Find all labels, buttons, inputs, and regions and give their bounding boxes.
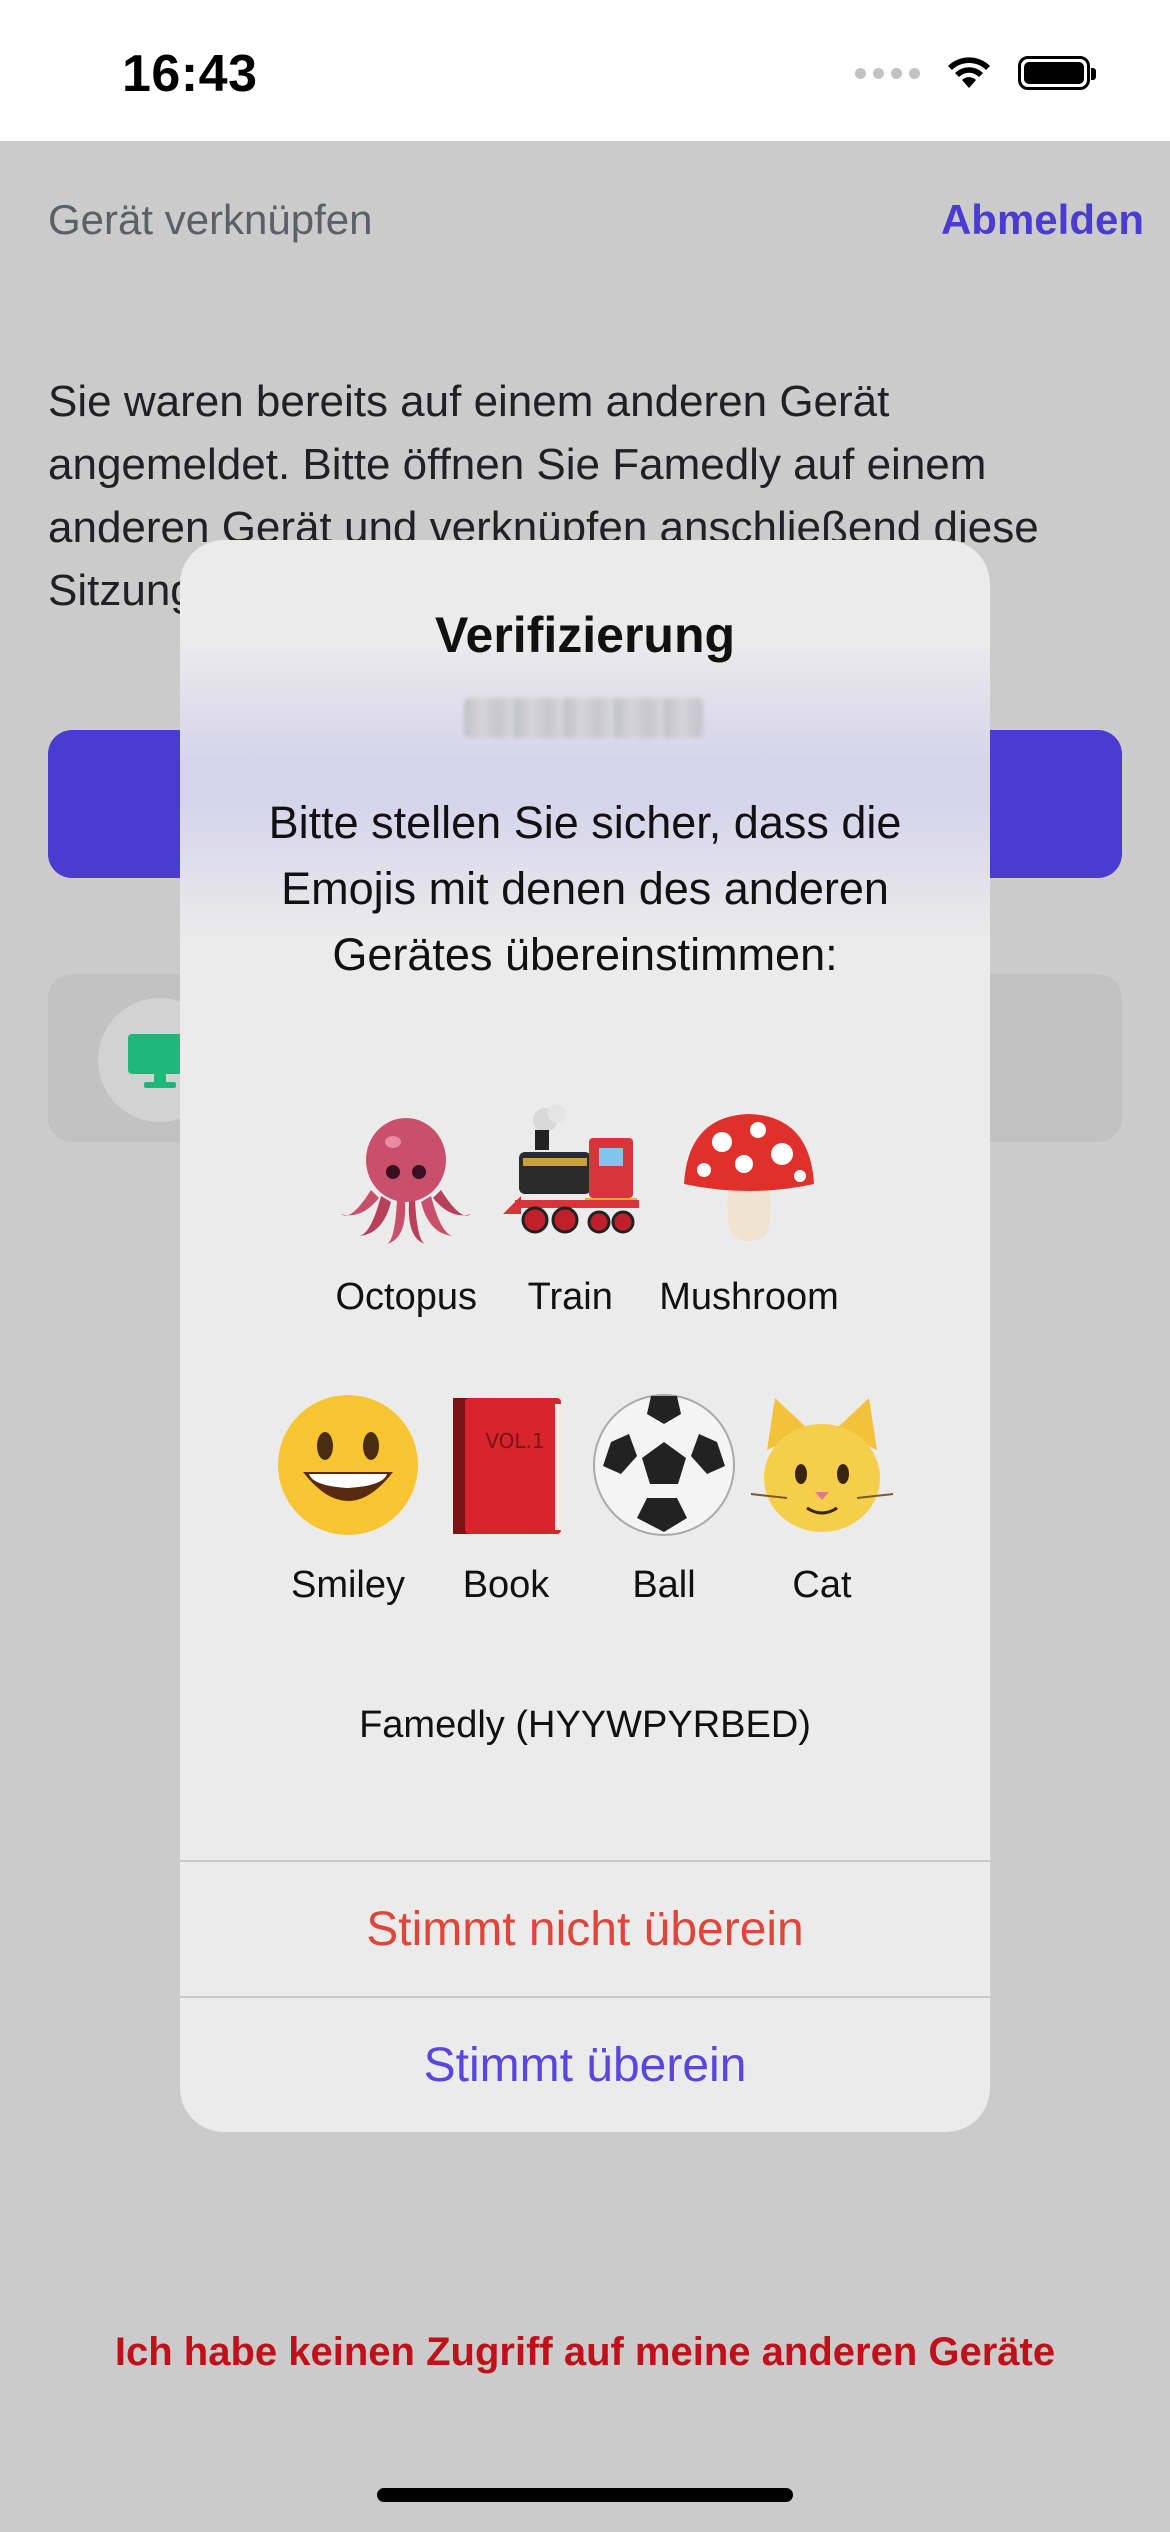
emoji-label: Smiley <box>290 1564 406 1606</box>
dialog-title: Verifizierung <box>434 607 736 663</box>
emoji-item: VOL.1 Book <box>431 1390 581 1607</box>
train-icon <box>495 1102 645 1252</box>
emoji-label: Octopus <box>335 1276 478 1318</box>
page-title: Gerät verknüpfen <box>48 196 373 243</box>
emoji-label: Cat <box>792 1564 852 1606</box>
no-access-link[interactable]: Ich habe keinen Zugriff auf meine andere… <box>0 2330 1170 2375</box>
battery-icon <box>1018 56 1096 90</box>
status-icons <box>855 56 1096 90</box>
reject-button[interactable]: Stimmt nicht überein <box>180 1862 990 1996</box>
smiley-icon <box>273 1390 423 1540</box>
logout-button[interactable]: Abmelden <box>941 196 1144 244</box>
octopus-icon <box>331 1102 481 1252</box>
emoji-item: Mushroom <box>659 1102 839 1319</box>
emoji-label: Train <box>527 1276 613 1318</box>
ball-icon <box>589 1390 739 1540</box>
status-bar: 16:43 <box>0 0 1170 141</box>
app-session-id: Famedly (HYYWPYRBED) <box>359 1704 811 1746</box>
wifi-icon <box>948 57 990 88</box>
emoji-item: Ball <box>589 1390 739 1607</box>
mushroom-icon <box>674 1102 824 1252</box>
home-indicator[interactable] <box>377 2488 793 2502</box>
emoji-item: Train <box>495 1102 645 1319</box>
accept-button[interactable]: Stimmt überein <box>180 1998 990 2132</box>
emoji-row: Smiley VOL.1 Book Ball Cat <box>180 1390 990 1607</box>
emoji-item: Cat <box>747 1390 897 1607</box>
status-time: 16:43 <box>122 45 258 103</box>
verification-dialog: Verifizierung Bitte stellen Sie sicher, … <box>180 540 990 2132</box>
cat-icon <box>747 1390 897 1540</box>
emoji-label: Book <box>462 1564 550 1606</box>
dialog-message: Bitte stellen Sie sicher, dass die Emoji… <box>268 797 902 980</box>
book-icon: VOL.1 <box>431 1390 581 1540</box>
svg-text:VOL.1: VOL.1 <box>485 1429 544 1453</box>
emoji-item: Octopus <box>331 1102 481 1319</box>
emoji-item: Smiley <box>273 1390 423 1607</box>
emoji-label: Ball <box>632 1564 696 1606</box>
emoji-row: Octopus Train Mushroom <box>180 1102 990 1319</box>
cellular-signal-icon <box>855 67 920 79</box>
blurred-device-id <box>464 698 704 738</box>
emoji-label: Mushroom <box>659 1276 839 1318</box>
